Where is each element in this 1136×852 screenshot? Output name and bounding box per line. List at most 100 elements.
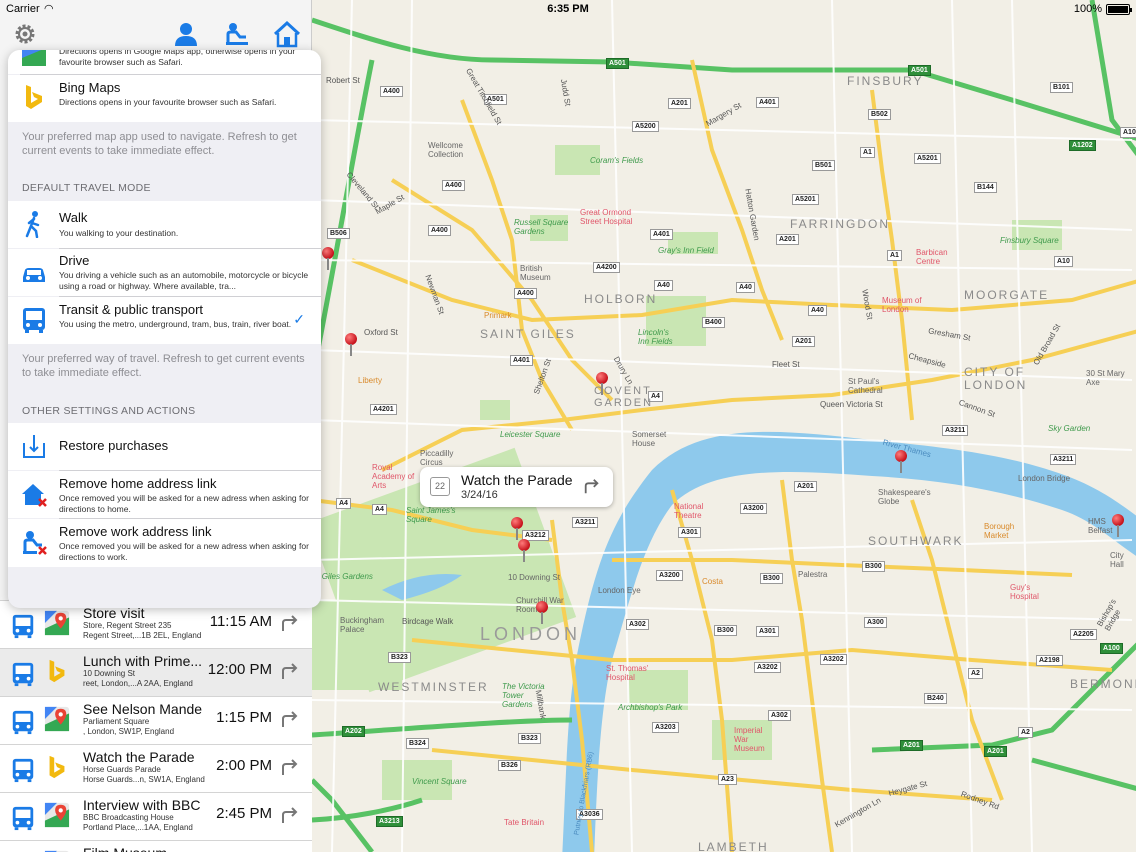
remove-home-description: Once removed you will be asked for a new…: [59, 493, 309, 514]
map-pin[interactable]: [895, 450, 907, 474]
person-desk-icon[interactable]: [222, 20, 250, 48]
road-label: A3211: [1050, 454, 1077, 465]
directions-arrow-icon[interactable]: [280, 709, 300, 727]
road-label: A400: [442, 180, 465, 191]
poi-label: Palestra: [798, 570, 828, 579]
road-label: A5200: [632, 121, 659, 132]
gear-icon[interactable]: [11, 20, 39, 48]
road-label: A400: [380, 86, 403, 97]
travel-mode-transit[interactable]: Transit & public transport You using the…: [8, 297, 321, 344]
map-option-google[interactable]: Directions opens in Google Maps app, oth…: [8, 50, 321, 74]
road-label: A2205: [1070, 629, 1097, 640]
map-pin[interactable]: [1112, 514, 1124, 538]
road-label: A3211: [942, 425, 969, 436]
event-address: Regent Street,...1B 2EL, England: [83, 631, 202, 640]
poi-label: Imperial War Museum: [734, 726, 765, 753]
map-pin[interactable]: [345, 333, 357, 357]
map-option-bing[interactable]: Bing Maps Directions opens in your favou…: [8, 75, 321, 122]
event-location: 10 Downing St: [83, 669, 136, 678]
map-pin[interactable]: [596, 372, 608, 396]
poi-label: Lincoln's Inn Fields: [638, 328, 673, 346]
road-label: B240: [924, 693, 947, 704]
bus-icon: [23, 308, 45, 333]
poi-label: London Eye: [598, 586, 641, 595]
area-label: LONDON: [480, 624, 582, 644]
directions-arrow-icon[interactable]: [280, 661, 300, 679]
travel-mode-drive[interactable]: Drive You driving a vehicle such as an a…: [8, 249, 321, 296]
road-label: B501: [812, 160, 835, 171]
road-label: A5201: [914, 153, 941, 164]
restore-purchases-row[interactable]: Restore purchases: [8, 423, 321, 470]
battery-icon: [1106, 4, 1132, 15]
road-label: B144: [974, 182, 997, 193]
road-label: B323: [388, 652, 411, 663]
map-pin[interactable]: [536, 601, 548, 625]
event-row[interactable]: See Nelson Mandela Parliament Square, Lon…: [0, 696, 312, 744]
road-label: A2198: [1036, 655, 1063, 666]
road-label: B323: [518, 733, 541, 744]
map-pin[interactable]: [322, 247, 334, 271]
map-canvas: [312, 0, 1136, 852]
remove-work-row[interactable]: Remove work address link Once removed yo…: [8, 519, 321, 567]
work-remove-icon: [23, 531, 47, 555]
road-label: B300: [862, 561, 885, 572]
map-pin[interactable]: [511, 517, 523, 541]
remove-home-row[interactable]: Remove home address link Once removed yo…: [8, 471, 321, 518]
bus-icon: [10, 805, 36, 831]
event-time: 2:00 PM: [216, 757, 272, 774]
transit-description: You using the metro, underground, tram, …: [59, 319, 292, 329]
road-label: A401: [756, 97, 779, 108]
callout-title: Watch the Parade: [461, 472, 573, 488]
map-view[interactable]: A400 A501 A501 A501 A201 A401 A5200 B502…: [312, 0, 1136, 852]
road-label: A300: [864, 617, 887, 628]
toolbar: [0, 18, 312, 52]
road-label: A10: [1054, 256, 1073, 267]
area-label: SOUTHWARK: [868, 534, 964, 548]
road-label: A201: [776, 234, 799, 245]
poi-label: Royal Academy of Arts: [372, 463, 415, 490]
directions-arrow-icon[interactable]: [280, 613, 300, 631]
event-row[interactable]: Lunch with Prime... 10 Downing St reet, Lo…: [0, 648, 312, 696]
google-maps-icon[interactable]: [44, 706, 70, 732]
road-label: A23: [718, 774, 737, 785]
poi-label: Gray's Inn Field: [658, 246, 714, 255]
directions-arrow-icon[interactable]: [583, 477, 601, 495]
pin-callout[interactable]: 22 Watch the Parade 3/24/16: [420, 467, 613, 507]
road-label: B300: [760, 573, 783, 584]
event-location: Store, Regent Street 235: [83, 621, 172, 630]
directions-arrow-icon[interactable]: [280, 757, 300, 775]
road-label: A100: [1100, 643, 1123, 654]
bus-icon: [10, 757, 36, 783]
poi-label: Wellcome Collection: [428, 141, 464, 159]
google-maps-icon[interactable]: [44, 610, 70, 636]
road-label: B324: [406, 738, 429, 749]
event-time: 11:15 AM: [209, 613, 272, 630]
event-row[interactable]: Film Museum: [0, 840, 312, 852]
poi-label: Saint James's Square: [406, 506, 456, 524]
home-icon[interactable]: [273, 20, 301, 48]
poi-label: Primark: [484, 311, 512, 320]
bus-icon: [10, 661, 36, 687]
travel-mode-walk[interactable]: Walk You walking to your destination.: [8, 201, 321, 248]
poi-label: Russell Square Gardens: [514, 218, 569, 236]
bing-icon[interactable]: [44, 754, 70, 780]
calendar-icon: 22: [430, 477, 450, 496]
directions-arrow-icon[interactable]: [280, 805, 300, 823]
google-maps-icon[interactable]: [44, 802, 70, 828]
transit-title: Transit & public transport: [59, 302, 204, 317]
street-label: Oxford St: [364, 328, 398, 337]
event-address: Portland Place,...1AA, England: [83, 823, 193, 832]
bing-icon[interactable]: [44, 658, 70, 684]
poi-label: Guy's Hospital: [1010, 583, 1039, 601]
event-row[interactable]: Watch the Parade Horse Guards Parade Horse…: [0, 744, 312, 792]
event-row[interactable]: Interview with BBC BBC Broadcasting House…: [0, 792, 312, 840]
map-pin[interactable]: [518, 539, 530, 563]
poi-label: Museum of London: [882, 296, 922, 314]
poi-label: Borough Market: [984, 522, 1015, 540]
person-icon[interactable]: [172, 20, 200, 48]
road-label: A201: [900, 740, 923, 751]
poi-label: Archbishop's Park: [618, 703, 683, 712]
poi-label: City Hall: [1110, 551, 1124, 569]
road-label: A302: [626, 619, 649, 630]
bing-icon: [26, 85, 42, 109]
